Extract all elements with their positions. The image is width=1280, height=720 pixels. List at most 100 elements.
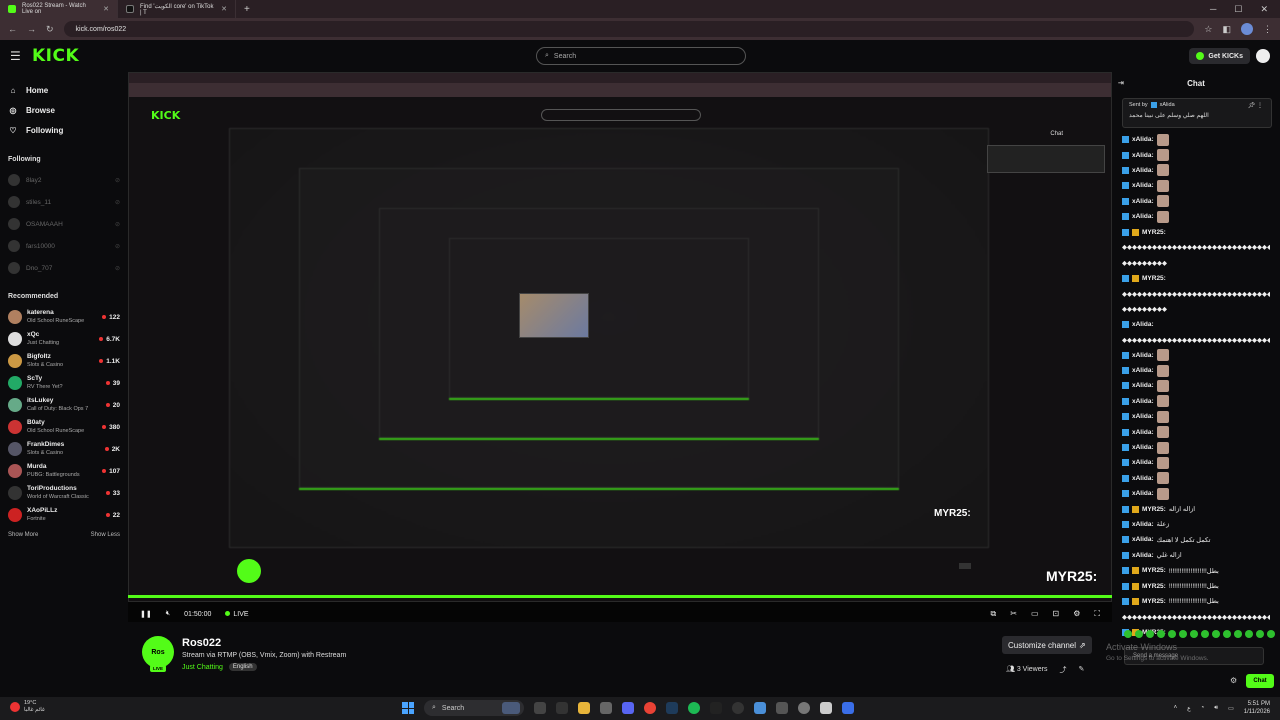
- recommended-item[interactable]: katerena Old School RuneScape 122: [8, 306, 120, 328]
- url-field[interactable]: kick.com/ros022: [63, 21, 1195, 37]
- video-player[interactable]: KICK Chat MYR25: MYR25:: [128, 72, 1112, 622]
- pinned-user[interactable]: xAlida: [1160, 102, 1175, 108]
- app-icon[interactable]: [556, 702, 568, 714]
- app-icon[interactable]: [842, 702, 854, 714]
- fullscreen-icon[interactable]: ⛶: [1094, 609, 1100, 619]
- volume-icon[interactable]: 🔇︎: [166, 610, 170, 618]
- chat-send-button[interactable]: Chat: [1246, 674, 1274, 688]
- chat-username[interactable]: MYR25:: [1142, 506, 1166, 513]
- show-less-link[interactable]: Show Less: [91, 532, 120, 538]
- emote-icon[interactable]: [1234, 630, 1242, 638]
- chat-message[interactable]: xAlida:: [1122, 147, 1270, 162]
- chat-message[interactable]: xAlida:: [1122, 209, 1270, 224]
- chat-username[interactable]: xAlida:: [1132, 490, 1154, 497]
- chat-message[interactable]: xAlida: تكمل تكمل لا اهتمك: [1122, 532, 1270, 547]
- chat-message[interactable]: ◆◆◆◆◆◆◆◆◆◆◆◆◆◆◆◆◆◆◆◆◆◆◆◆◆◆◆◆◆◆◆◆◆◆◆◆◆◆◆◆…: [1122, 240, 1270, 255]
- clock[interactable]: 5:51 PM 1/11/2026: [1244, 700, 1270, 716]
- emote-icon[interactable]: [1256, 630, 1264, 638]
- emote-icon[interactable]: [1157, 630, 1165, 638]
- chat-message[interactable]: ◆◆◆◆◆◆◆◆◆: [1122, 301, 1270, 316]
- taskbar-search[interactable]: ⌕ Search: [424, 700, 524, 716]
- chat-message[interactable]: MYR25: !!!!!!!!!!!!!!!!!!!!!بطل: [1122, 563, 1270, 578]
- chat-message[interactable]: MYR25: !!!!!!!!!!!!!!!!!!!!!بطل: [1122, 578, 1270, 593]
- emote-icon[interactable]: [1212, 630, 1220, 638]
- chat-username[interactable]: xAlida:: [1132, 213, 1154, 220]
- following-item[interactable]: Dno_707 ⊘: [8, 257, 120, 279]
- following-item[interactable]: OSAMAAAH ⊘: [8, 213, 120, 235]
- browser-tab-tiktok[interactable]: Find 'الكويت core' on TikTok | T ✕: [118, 0, 236, 18]
- progress-bar[interactable]: [128, 595, 1112, 598]
- discord-icon[interactable]: [622, 702, 634, 714]
- share-icon[interactable]: ⤴: [1059, 665, 1066, 675]
- chat-message[interactable]: ◆◆◆◆◆◆◆◆◆◆◆◆◆◆◆◆◆◆◆◆◆◆◆◆◆◆◆◆◆◆◆◆◆◆◆◆◆◆◆◆…: [1122, 332, 1270, 347]
- chat-message[interactable]: xAlida:: [1122, 378, 1270, 393]
- chat-username[interactable]: xAlida:: [1132, 352, 1154, 359]
- menu-dots-icon[interactable]: ⋮: [1263, 24, 1272, 35]
- app-icon[interactable]: [754, 702, 766, 714]
- user-avatar[interactable]: [1256, 49, 1270, 63]
- app-icon[interactable]: [798, 702, 810, 714]
- back-icon[interactable]: ←: [8, 24, 17, 34]
- recommended-item[interactable]: XAoPiLLz Fortnite 22: [8, 504, 120, 526]
- recommended-item[interactable]: xQc Just Chatting 6.7K: [8, 328, 120, 350]
- steam-icon[interactable]: [666, 702, 678, 714]
- chat-message[interactable]: xAlida:: [1122, 471, 1270, 486]
- app-icon[interactable]: [776, 702, 788, 714]
- sidebar-item-home[interactable]: ⌂ Home: [8, 80, 120, 100]
- emote-icon[interactable]: [1146, 630, 1154, 638]
- windows-start-icon[interactable]: [402, 702, 414, 714]
- chat-username[interactable]: xAlida:: [1132, 552, 1154, 559]
- chat-username[interactable]: xAlida:: [1132, 152, 1154, 159]
- browser-tab-kick[interactable]: Ros022 Stream - Watch Live on ✕: [0, 0, 118, 18]
- task-view-icon[interactable]: [534, 702, 546, 714]
- chat-message[interactable]: MYR25:: [1122, 271, 1270, 286]
- clip-icon[interactable]: ✂: [1010, 609, 1017, 619]
- chat-username[interactable]: xAlida:: [1132, 182, 1154, 189]
- following-item[interactable]: stiles_11 ⊘: [8, 191, 120, 213]
- recommended-item[interactable]: itsLukey Call of Duty: Black Ops 7 20: [8, 394, 120, 416]
- collapse-chat-icon[interactable]: ⇥: [1118, 79, 1124, 87]
- minimize-icon[interactable]: ─: [1210, 4, 1216, 15]
- customize-channel-button[interactable]: Customize channel ⇗: [1002, 636, 1092, 654]
- chat-message[interactable]: xAlida:: [1122, 363, 1270, 378]
- chat-username[interactable]: MYR25:: [1142, 598, 1166, 605]
- chat-message[interactable]: xAlida:: [1122, 347, 1270, 362]
- chat-username[interactable]: xAlida:: [1132, 413, 1154, 420]
- chat-message[interactable]: ◆◆◆◆◆◆◆◆◆◆◆◆◆◆◆◆◆◆◆◆◆◆◆◆◆◆◆◆◆◆◆◆◆◆◆◆◆◆◆◆…: [1122, 609, 1270, 624]
- theater-icon[interactable]: ▭: [1031, 609, 1039, 619]
- pin-icon[interactable]: 📌︎ ⋮: [1248, 102, 1263, 109]
- chat-message[interactable]: MYR25: !!!!!!!!!!!!!!!!!!!!!بطل: [1122, 594, 1270, 609]
- emote-icon[interactable]: [1168, 630, 1176, 638]
- chat-message[interactable]: xAlida:: [1122, 455, 1270, 470]
- chat-message[interactable]: MYR25: ازاله ازاله: [1122, 501, 1270, 516]
- emote-icon[interactable]: [1245, 630, 1253, 638]
- recommended-item[interactable]: Bigfoltz Slots & Casino 1.1K: [8, 350, 120, 372]
- chat-username[interactable]: xAlida:: [1132, 475, 1154, 482]
- chat-message[interactable]: xAlida:: [1122, 178, 1270, 193]
- close-window-icon[interactable]: ✕: [1260, 4, 1268, 15]
- new-tab-icon[interactable]: +: [236, 4, 258, 15]
- show-more-link[interactable]: Show More: [8, 532, 38, 538]
- recommended-item[interactable]: Murda PUBG: Battlegrounds 107: [8, 460, 120, 482]
- sidebar-item-following[interactable]: ♡ Following: [8, 120, 120, 140]
- chat-username[interactable]: xAlida:: [1132, 521, 1154, 528]
- chat-message[interactable]: xAlida:: [1122, 409, 1270, 424]
- app-icon[interactable]: [600, 702, 612, 714]
- reload-icon[interactable]: ↻: [46, 24, 54, 35]
- file-explorer-icon[interactable]: [578, 702, 590, 714]
- chevron-up-icon[interactable]: ˄: [1174, 705, 1178, 711]
- chat-username[interactable]: MYR25:: [1142, 275, 1166, 282]
- chat-username[interactable]: xAlida:: [1132, 459, 1154, 466]
- app-icon[interactable]: [820, 702, 832, 714]
- spotify-icon[interactable]: [688, 702, 700, 714]
- battery-icon[interactable]: ▭: [1228, 705, 1234, 712]
- emote-icon[interactable]: [1135, 630, 1143, 638]
- lang-indicator[interactable]: ع: [1187, 705, 1191, 712]
- get-kicks-button[interactable]: Get KICKs: [1189, 48, 1250, 64]
- hamburger-menu-icon[interactable]: ☰: [10, 49, 30, 63]
- recommended-item[interactable]: ToriProductions World of Warcraft Classic…: [8, 482, 120, 504]
- emote-icon[interactable]: [1190, 630, 1198, 638]
- recommended-item[interactable]: ScTy RV There Yet? 39: [8, 372, 120, 394]
- pip-icon[interactable]: ⊡: [1053, 609, 1060, 619]
- emote-icon[interactable]: [1267, 630, 1275, 638]
